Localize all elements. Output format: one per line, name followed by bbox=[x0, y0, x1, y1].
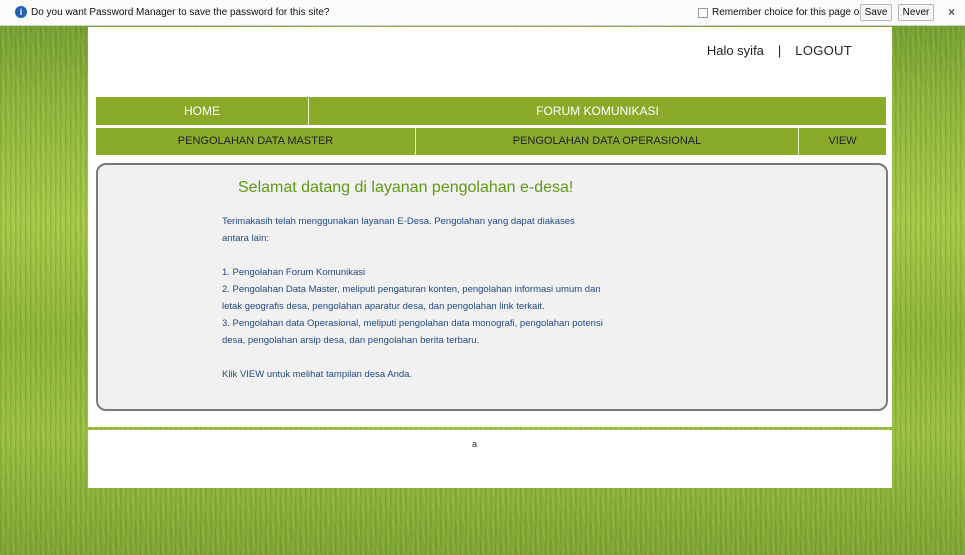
info-icon: i bbox=[15, 6, 27, 18]
nav-pengolahan-data-master[interactable]: PENGOLAHAN DATA MASTER bbox=[96, 128, 416, 155]
footer: a bbox=[88, 430, 892, 488]
footer-text: a bbox=[472, 439, 478, 449]
password-prompt-text: Do you want Password Manager to save the… bbox=[31, 7, 330, 18]
nav-forum-komunikasi[interactable]: FORUM KOMUNIKASI bbox=[309, 97, 886, 125]
welcome-content-box: Selamat datang di layanan pengolahan e-d… bbox=[96, 163, 888, 411]
user-greeting-area: Halo syifa | LOGOUT bbox=[707, 43, 852, 58]
close-icon[interactable]: × bbox=[948, 5, 955, 19]
greeting-text: Halo syifa bbox=[706, 43, 764, 58]
intro-line: Terimakasih telah menggunakan layanan E-… bbox=[222, 216, 575, 227]
closing-text: Klik VIEW untuk melihat tampilan desa An… bbox=[222, 369, 413, 380]
nav-view[interactable]: VIEW bbox=[799, 128, 886, 155]
save-password-button[interactable]: Save bbox=[860, 4, 892, 21]
list-item: 3. Pengolahan data Operasional, meliputi… bbox=[222, 318, 603, 329]
remember-checkbox[interactable] bbox=[698, 8, 708, 18]
password-manager-bar: i Do you want Password Manager to save t… bbox=[0, 0, 965, 26]
intro-line: antara lain: bbox=[222, 233, 270, 244]
remember-label: Remember choice for this page only bbox=[712, 7, 873, 18]
welcome-title: Selamat datang di layanan pengolahan e-d… bbox=[238, 179, 574, 196]
secondary-nav: PENGOLAHAN DATA MASTER PENGOLAHAN DATA O… bbox=[96, 128, 886, 155]
primary-nav: HOME FORUM KOMUNIKASI bbox=[96, 97, 886, 125]
list-item: 2. Pengolahan Data Master, meliputi peng… bbox=[222, 284, 601, 295]
nav-home[interactable]: HOME bbox=[96, 97, 309, 125]
main-panel: Halo syifa | LOGOUT HOME FORUM KOMUNIKASI … bbox=[88, 27, 892, 427]
nav-pengolahan-data-operasional[interactable]: PENGOLAHAN DATA OPERASIONAL bbox=[416, 128, 799, 155]
logout-link[interactable]: LOGOUT bbox=[795, 43, 852, 58]
list-item: letak geografis desa, pengolahan aparatu… bbox=[222, 301, 545, 312]
greeting-separator: | bbox=[777, 43, 782, 58]
welcome-body: Terimakasih telah menggunakan layanan E-… bbox=[222, 213, 662, 383]
never-button[interactable]: Never bbox=[898, 4, 934, 21]
list-item: desa, pengolahan arsip desa, dan pengola… bbox=[222, 335, 480, 346]
list-item: 1. Pengolahan Forum Komunikasi bbox=[222, 267, 366, 278]
